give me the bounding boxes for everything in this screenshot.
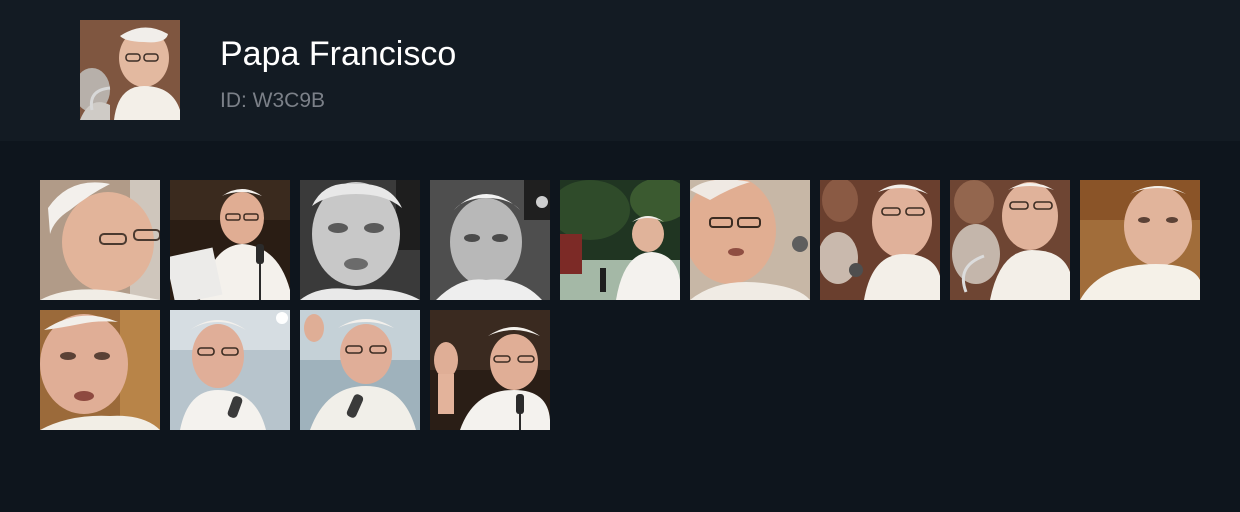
face-thumbnail[interactable] xyxy=(430,180,550,300)
face-thumbnail[interactable] xyxy=(40,180,160,300)
photo-grid xyxy=(40,180,1210,430)
face-thumbnail[interactable] xyxy=(690,180,810,300)
face-thumbnail[interactable] xyxy=(170,180,290,300)
face-thumbnail[interactable] xyxy=(430,310,550,430)
profile-avatar xyxy=(80,20,180,120)
face-thumbnail[interactable] xyxy=(40,310,160,430)
person-id: ID: W3C9B xyxy=(220,89,326,112)
face-thumbnail[interactable] xyxy=(170,310,290,430)
face-thumbnail[interactable] xyxy=(1080,180,1200,300)
person-name: Papa Francisco xyxy=(220,35,457,73)
face-thumbnail[interactable] xyxy=(300,180,420,300)
face-thumbnail[interactable] xyxy=(820,180,940,300)
profile-header: Papa Francisco ID: W3C9B xyxy=(0,0,1240,141)
face-thumbnail[interactable] xyxy=(950,180,1070,300)
face-thumbnail[interactable] xyxy=(560,180,680,300)
face-thumbnail[interactable] xyxy=(300,310,420,430)
